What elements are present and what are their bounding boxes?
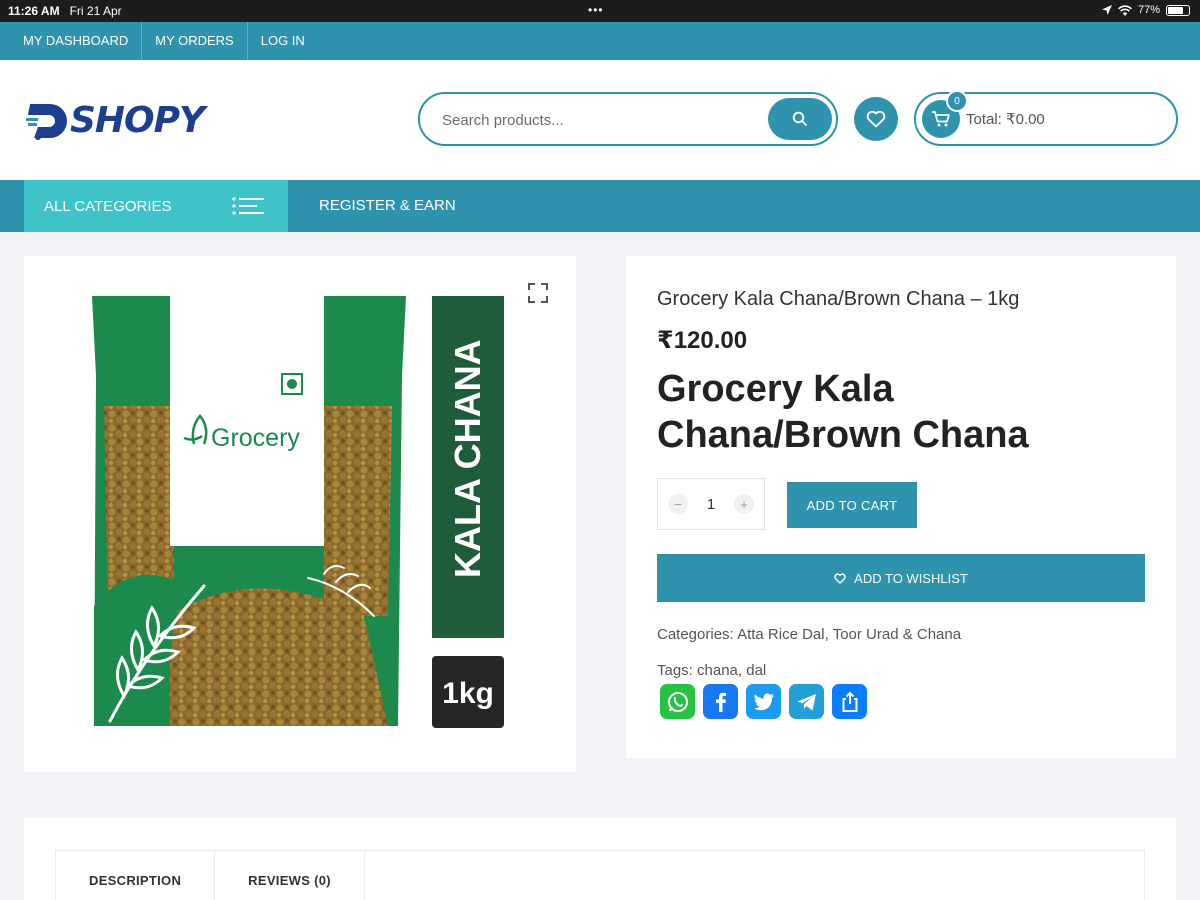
qty-decrease-button[interactable]: − — [668, 494, 688, 514]
category-link[interactable]: Atta Rice Dal — [737, 626, 825, 643]
share-icon — [842, 691, 857, 712]
site-logo[interactable]: SHOPY — [24, 100, 205, 141]
site-header: SHOPY 0 Total: ₹0.00 — [0, 60, 1200, 180]
pack-brand: Grocery — [211, 424, 300, 452]
qty-value[interactable]: 1 — [707, 496, 715, 513]
menu-lines-icon — [232, 197, 264, 215]
link-my-dashboard[interactable]: MY DASHBOARD — [10, 22, 143, 60]
tab-reviews[interactable]: REVIEWS (0) — [215, 851, 365, 900]
wishlist-button[interactable] — [854, 97, 898, 141]
share-buttons — [660, 684, 867, 719]
add-to-cart-button[interactable]: ADD TO CART — [787, 482, 917, 528]
pack-weight: 1kg — [442, 677, 494, 710]
twitter-share-button[interactable] — [746, 684, 781, 719]
add-to-wishlist-button[interactable]: ADD TO WISHLIST — [657, 554, 1145, 602]
tab-description[interactable]: DESCRIPTION — [56, 851, 216, 900]
cart-summary[interactable]: 0 Total: ₹0.00 — [914, 90, 1178, 146]
link-my-orders[interactable]: MY ORDERS — [142, 22, 248, 60]
battery-percent: 77% — [1137, 4, 1160, 16]
status-date: Fri 21 Apr — [69, 4, 122, 18]
cart-icon — [932, 111, 950, 127]
whatsapp-icon — [667, 691, 688, 712]
whatsapp-share-button[interactable] — [660, 684, 695, 719]
all-categories-label: ALL CATEGORIES — [44, 197, 172, 215]
telegram-share-button[interactable] — [789, 684, 824, 719]
facebook-share-button[interactable] — [703, 684, 738, 719]
facebook-icon — [715, 692, 726, 712]
product-heading: Grocery Kala Chana/Brown Chana – 1kg — [657, 288, 1020, 310]
product-summary: Grocery Kala Chana/Brown Chana – 1kg ₹12… — [626, 256, 1176, 758]
top-link-bar: MY DASHBOARD MY ORDERS LOG IN — [0, 22, 1200, 60]
product-tabs-panel: DESCRIPTION REVIEWS (0) — [24, 818, 1176, 900]
product-tabs: DESCRIPTION REVIEWS (0) — [55, 850, 1145, 900]
pack-side-label: KALA CHANA — [447, 339, 488, 578]
brand-name: SHOPY — [70, 100, 205, 141]
product-price: ₹120.00 — [657, 327, 748, 354]
search-button[interactable] — [768, 98, 832, 140]
product-image[interactable]: Grocery KALA CHANA 1kg — [24, 256, 576, 772]
heart-icon — [866, 110, 886, 128]
battery-icon — [1166, 4, 1190, 16]
product-title: Grocery Kala Chana/Brown Chana — [657, 368, 1029, 456]
product-tags: Tags: chana, dal — [657, 662, 767, 679]
heart-icon — [834, 572, 846, 584]
quantity-stepper: − 1 + — [657, 478, 765, 530]
category-link[interactable]: Toor Urad & Chana — [833, 626, 961, 643]
main-nav: ALL CATEGORIES REGISTER & EARN — [0, 180, 1200, 232]
search-icon — [792, 111, 807, 126]
expand-icon[interactable] — [527, 282, 549, 304]
wifi-icon — [1118, 4, 1132, 16]
register-earn-link[interactable]: REGISTER & EARN — [319, 180, 456, 232]
search-box — [418, 92, 838, 146]
status-bar: 11:26 AM Fri 21 Apr ••• 77% — [0, 0, 1200, 22]
cart-logo-icon — [26, 103, 67, 140]
twitter-icon — [753, 693, 774, 710]
tag-link[interactable]: chana — [697, 662, 738, 679]
status-indicators: 77% — [1101, 4, 1190, 16]
status-time: 11:26 AM — [8, 4, 60, 18]
telegram-icon — [797, 693, 816, 710]
multitask-dots[interactable]: ••• — [588, 3, 604, 17]
link-log-in[interactable]: LOG IN — [248, 22, 318, 60]
cart-total: Total: ₹0.00 — [966, 111, 1045, 128]
tag-link[interactable]: dal — [746, 662, 766, 679]
cart-count-badge: 0 — [946, 90, 968, 112]
tags-label: Tags: — [657, 662, 693, 679]
categories-label: Categories: — [657, 626, 734, 643]
add-to-wishlist-label: ADD TO WISHLIST — [854, 570, 968, 586]
search-input[interactable] — [442, 107, 762, 133]
all-categories-button[interactable]: ALL CATEGORIES — [24, 180, 288, 232]
generic-share-button[interactable] — [832, 684, 867, 719]
product-categories: Categories: Atta Rice Dal, Toor Urad & C… — [657, 626, 962, 643]
product-gallery: Grocery KALA CHANA 1kg — [24, 256, 576, 772]
qty-increase-button[interactable]: + — [734, 494, 754, 514]
location-icon — [1101, 5, 1112, 15]
